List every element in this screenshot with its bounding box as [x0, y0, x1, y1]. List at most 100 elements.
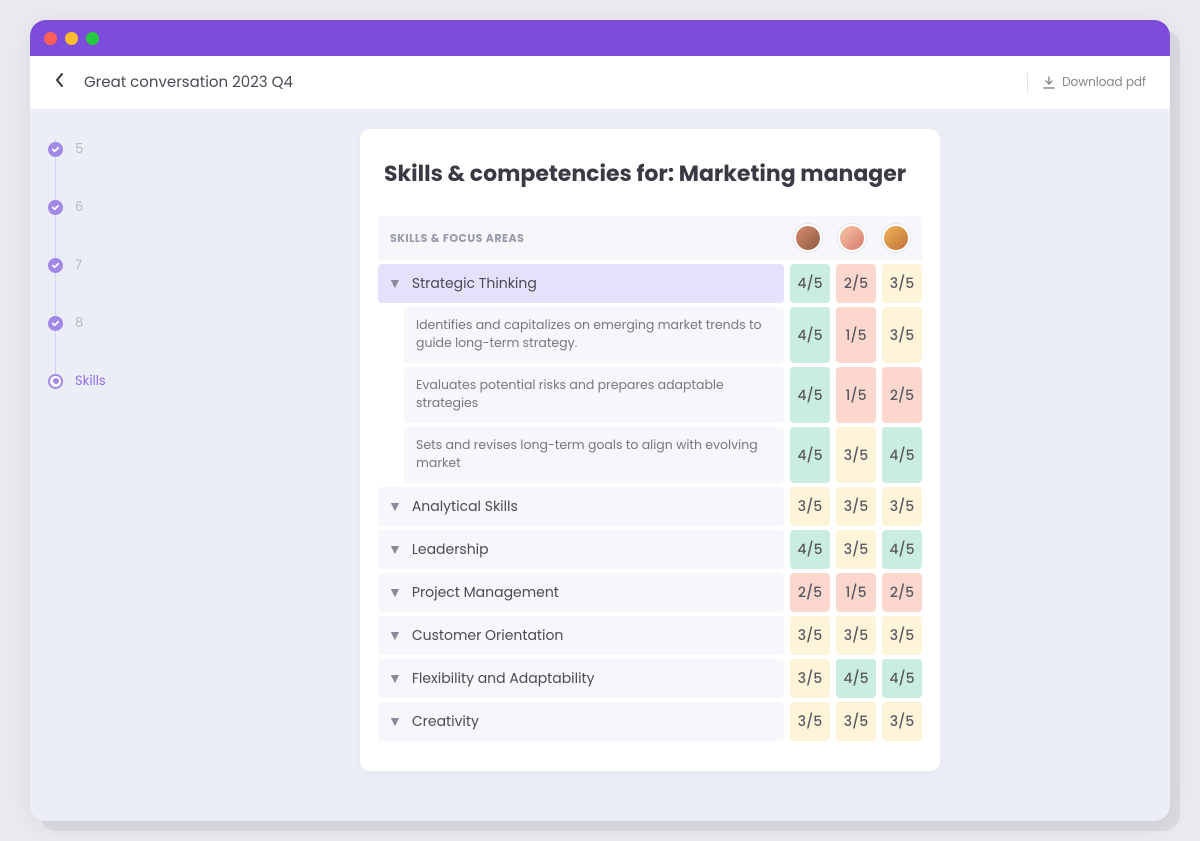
- score-cell: 3/5: [790, 616, 830, 655]
- skill-label: Project Management: [412, 582, 559, 603]
- caret-down-icon: ▼: [388, 582, 402, 603]
- skill-row-toggle[interactable]: ▼ Leadership: [378, 530, 784, 569]
- step-6[interactable]: 6: [48, 197, 148, 217]
- window-maximize[interactable]: [86, 32, 99, 45]
- skill-label: Analytical Skills: [412, 496, 518, 517]
- skill-row-toggle[interactable]: ▼ Analytical Skills: [378, 487, 784, 526]
- score-cell: 4/5: [882, 659, 922, 698]
- step-8[interactable]: 8: [48, 313, 148, 333]
- caret-down-icon: ▼: [388, 273, 402, 294]
- score-cell: 3/5: [790, 659, 830, 698]
- score-cell: 2/5: [882, 573, 922, 612]
- steps-sidebar: 5 6 7 8 Skills: [48, 129, 148, 771]
- step-label: 5: [75, 139, 83, 159]
- skill-row-toggle[interactable]: ▼ Creativity: [378, 702, 784, 741]
- score-cell: 3/5: [790, 702, 830, 741]
- score-cell: 3/5: [882, 487, 922, 526]
- score-cell: 3/5: [882, 307, 922, 363]
- caret-down-icon: ▼: [388, 496, 402, 517]
- step-label: Skills: [75, 371, 106, 391]
- skill-row-flexibility-adaptability: ▼ Flexibility and Adaptability 3/5 4/5 4…: [378, 659, 922, 698]
- score-cell: 2/5: [790, 573, 830, 612]
- score-cell: 4/5: [790, 530, 830, 569]
- skills-card: Skills & competencies for: Marketing man…: [360, 129, 940, 771]
- skill-row-project-management: ▼ Project Management 2/5 1/5 2/5: [378, 573, 922, 612]
- window-titlebar: [30, 20, 1170, 56]
- skill-row-leadership: ▼ Leadership 4/5 3/5 4/5: [378, 530, 922, 569]
- skill-subrow: Identifies and capitalizes on emerging m…: [378, 307, 922, 363]
- score-cell: 3/5: [882, 702, 922, 741]
- step-skills[interactable]: Skills: [48, 371, 148, 391]
- check-icon: [51, 203, 60, 212]
- skill-label: Creativity: [412, 711, 479, 732]
- score-cell: 3/5: [882, 264, 922, 303]
- step-label: 7: [75, 255, 82, 275]
- score-cell: 4/5: [790, 307, 830, 363]
- score-cell: 3/5: [836, 616, 876, 655]
- score-cell: 3/5: [882, 616, 922, 655]
- score-cell: 2/5: [882, 367, 922, 423]
- score-cell: 3/5: [836, 427, 876, 483]
- step-label: 8: [75, 313, 83, 333]
- skill-subrow: Sets and revises long-term goals to alig…: [378, 427, 922, 483]
- skill-row-toggle[interactable]: ▼ Strategic Thinking: [378, 264, 784, 303]
- table-header-label: SKILLS & FOCUS AREAS: [390, 230, 794, 247]
- step-7[interactable]: 7: [48, 255, 148, 275]
- score-cell: 3/5: [836, 530, 876, 569]
- score-cell: 4/5: [836, 659, 876, 698]
- skill-label: Strategic Thinking: [412, 273, 537, 294]
- window-minimize[interactable]: [65, 32, 78, 45]
- score-cell: 1/5: [836, 367, 876, 423]
- window-close[interactable]: [44, 32, 57, 45]
- caret-down-icon: ▼: [388, 539, 402, 560]
- card-title: Skills & competencies for: Marketing man…: [378, 157, 922, 190]
- step-5[interactable]: 5: [48, 139, 148, 159]
- reviewer-avatar-2[interactable]: [838, 224, 866, 252]
- reviewer-avatar-1[interactable]: [794, 224, 822, 252]
- score-cell: 4/5: [790, 367, 830, 423]
- page-header: Great conversation 2023 Q4 Download pdf: [30, 56, 1170, 109]
- skill-row-strategic-thinking: ▼ Strategic Thinking 4/5 2/5 3/5: [378, 264, 922, 303]
- subrow-label: Sets and revises long-term goals to alig…: [416, 437, 772, 473]
- skill-row-customer-orientation: ▼ Customer Orientation 3/5 3/5 3/5: [378, 616, 922, 655]
- skill-row-toggle[interactable]: ▼ Flexibility and Adaptability: [378, 659, 784, 698]
- skill-label: Flexibility and Adaptability: [412, 668, 595, 689]
- check-icon: [51, 261, 60, 270]
- app-window: Great conversation 2023 Q4 Download pdf …: [30, 20, 1170, 821]
- reviewer-avatar-3[interactable]: [882, 224, 910, 252]
- caret-down-icon: ▼: [388, 625, 402, 646]
- score-cell: 3/5: [836, 487, 876, 526]
- download-label: Download pdf: [1062, 74, 1146, 92]
- header-divider: [1027, 73, 1028, 93]
- score-cell: 4/5: [790, 427, 830, 483]
- check-icon: [51, 145, 60, 154]
- skill-row-creativity: ▼ Creativity 3/5 3/5 3/5: [378, 702, 922, 741]
- score-cell: 4/5: [882, 427, 922, 483]
- score-cell: 4/5: [882, 530, 922, 569]
- chevron-left-icon: [54, 72, 66, 88]
- skill-subrow: Evaluates potential risks and prepares a…: [378, 367, 922, 423]
- subrow-label: Identifies and capitalizes on emerging m…: [416, 317, 772, 353]
- back-button[interactable]: [54, 70, 66, 95]
- check-icon: [51, 319, 60, 328]
- subrow-label: Evaluates potential risks and prepares a…: [416, 377, 772, 413]
- skill-row-toggle[interactable]: ▼ Project Management: [378, 573, 784, 612]
- score-cell: 3/5: [790, 487, 830, 526]
- score-cell: 1/5: [836, 307, 876, 363]
- score-cell: 4/5: [790, 264, 830, 303]
- download-icon: [1042, 76, 1056, 90]
- score-cell: 2/5: [836, 264, 876, 303]
- breadcrumb-title: Great conversation 2023 Q4: [84, 71, 293, 94]
- score-group: 4/5 2/5 3/5: [790, 264, 922, 303]
- download-pdf-button[interactable]: Download pdf: [1042, 74, 1146, 92]
- skill-label: Leadership: [412, 539, 489, 560]
- score-cell: 3/5: [836, 702, 876, 741]
- step-label: 6: [75, 197, 83, 217]
- skill-label: Customer Orientation: [412, 625, 564, 646]
- caret-down-icon: ▼: [388, 668, 402, 689]
- skill-row-analytical-skills: ▼ Analytical Skills 3/5 3/5 3/5: [378, 487, 922, 526]
- skill-row-toggle[interactable]: ▼ Customer Orientation: [378, 616, 784, 655]
- table-header: SKILLS & FOCUS AREAS: [378, 216, 922, 260]
- caret-down-icon: ▼: [388, 711, 402, 732]
- score-cell: 1/5: [836, 573, 876, 612]
